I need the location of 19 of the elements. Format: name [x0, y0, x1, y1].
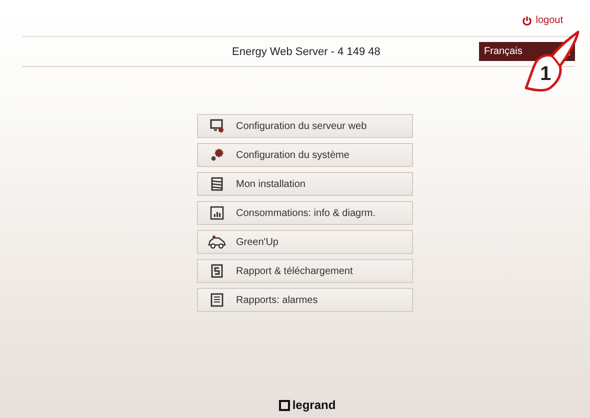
logo-square-icon — [279, 400, 290, 410]
logout-link[interactable]: logout — [522, 15, 563, 26]
chart-icon — [210, 206, 224, 220]
menu-button[interactable]: Rapport & téléchargement — [197, 259, 413, 283]
power-icon — [522, 16, 532, 26]
document-icon — [210, 264, 224, 278]
monitor-gear-icon — [210, 119, 224, 133]
menu-button[interactable]: Consommations: info & diagrm. — [197, 201, 413, 225]
menu-button[interactable]: Green'Up — [197, 230, 413, 254]
gears-icon — [210, 148, 224, 162]
menu-button[interactable]: Configuration du système — [197, 143, 413, 167]
menu-button[interactable]: Rapports: alarmes — [197, 288, 413, 312]
brand-name: legrand — [292, 398, 336, 412]
menu-button[interactable]: Mon installation — [197, 172, 413, 196]
page-title: Energy Web Server - 4 149 48 — [232, 46, 380, 58]
list-icon — [210, 293, 224, 307]
menu-button[interactable]: Configuration du serveur web — [197, 114, 413, 138]
car-icon — [208, 235, 226, 249]
layers-icon — [210, 177, 224, 191]
